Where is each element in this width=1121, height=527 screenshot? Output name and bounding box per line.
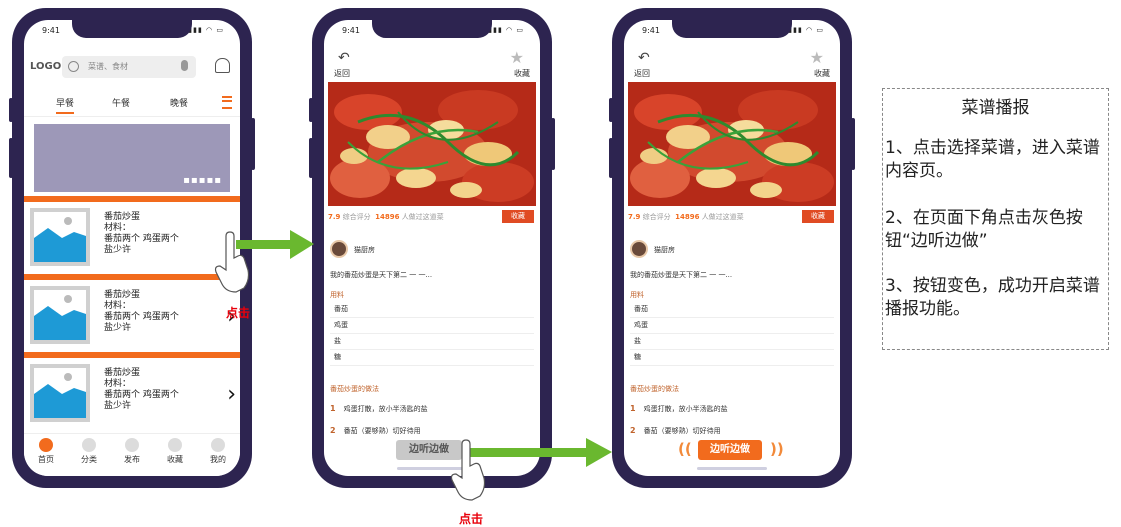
phone-notch	[672, 20, 792, 38]
click-annotation: 点击	[459, 512, 484, 526]
note-step: 3、按钮变色，成功开启菜谱播报功能。	[885, 276, 1100, 319]
note-step: 1、点击选择菜谱，进入菜谱内容页。	[885, 138, 1100, 181]
click-annotation: 点击	[226, 306, 251, 320]
flow-arrow	[462, 438, 612, 467]
phone-notch	[72, 20, 192, 38]
phone-notch	[372, 20, 492, 38]
flow-arrow	[236, 230, 314, 259]
note-step: 2、在页面下角点击灰色按钮“边听边做”	[885, 208, 1083, 251]
instruction-note: 菜谱播报 1、点击选择菜谱，进入菜谱内容页。 2、在页面下角点击灰色按钮“边听边…	[882, 88, 1109, 350]
note-title: 菜谱播报	[961, 98, 1030, 118]
